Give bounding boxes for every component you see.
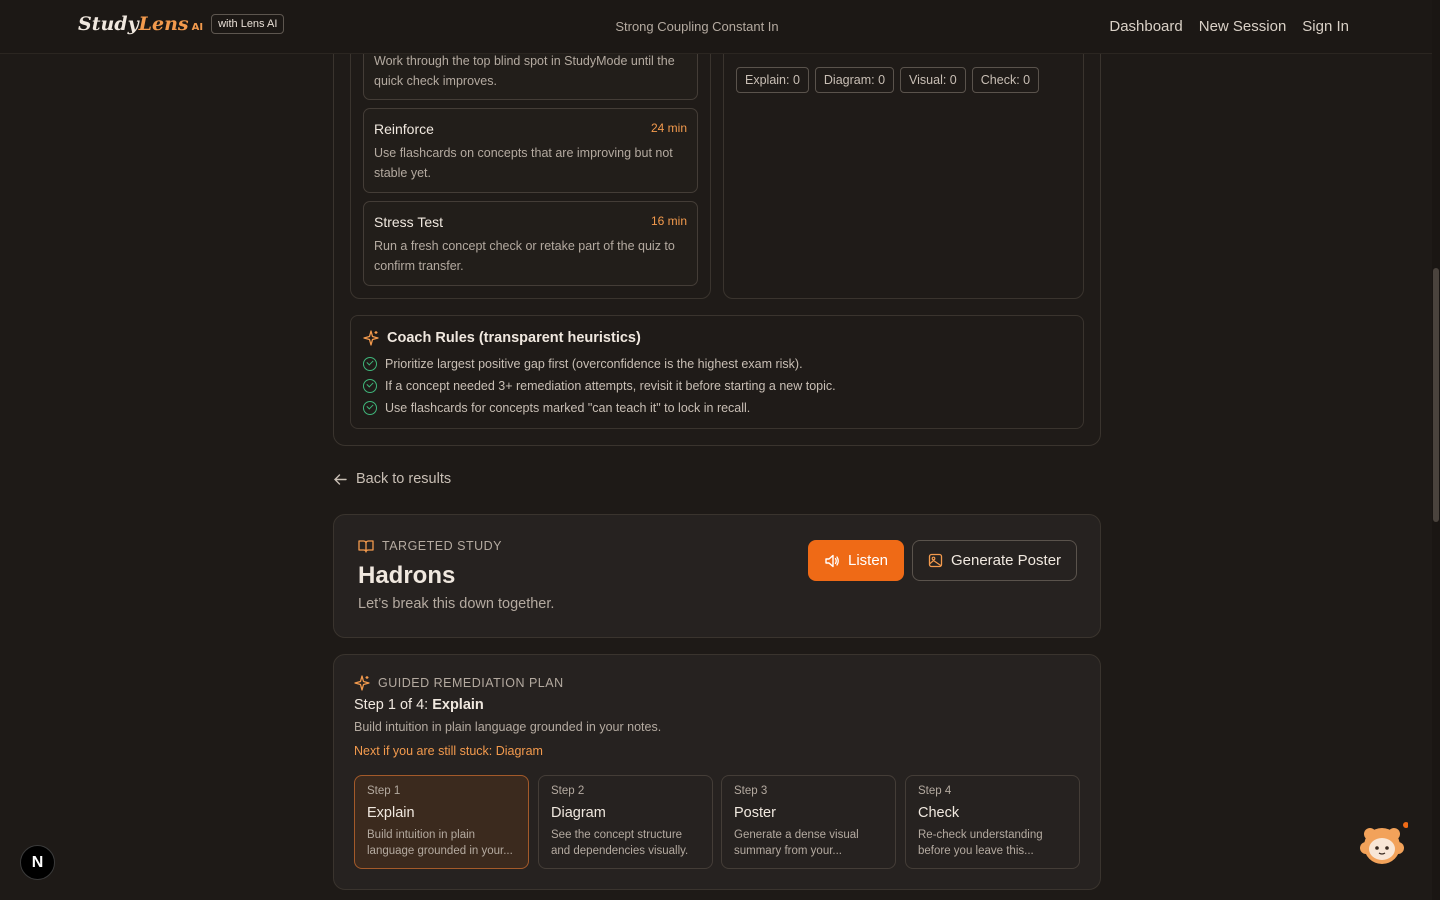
step-number: Step 3 [734,785,768,797]
plan-step-minutes: 24 min [650,121,687,135]
step-desc: See the concept structure and dependenci… [551,829,689,857]
step-name: Poster [734,805,776,821]
remediation-step-check[interactable]: Step 4 Check Re-check understanding befo… [905,775,1080,869]
plan-step-minutes: 16 min [650,214,687,228]
targeted-study-label: TARGETED STUDY [382,539,502,553]
listen-label[interactable]: Listen [848,552,888,569]
step-desc: Generate a dense visual summary from you… [734,829,859,857]
step-number: Step 1 [367,785,401,797]
sparkle-icon [363,330,379,346]
arrow-left-icon [334,473,347,485]
back-to-results-link[interactable]: Back to results [333,471,451,487]
nav-dashboard[interactable]: Dashboard [1109,18,1182,35]
book-open-icon [358,540,374,553]
nav-new-session[interactable]: New Session [1199,18,1287,35]
remediation-plan-card: GUIDED REMEDIATION PLAN Step 1 of 4: Exp… [333,654,1101,890]
current-step: Step 1 of 4: Explain [354,697,484,713]
current-step-desc: Build intuition in plain language ground… [354,720,662,734]
nav-sign-in[interactable]: Sign In [1302,18,1349,35]
step-number: Step 2 [551,785,585,797]
coach-rule: Use flashcards for concepts marked "can … [385,401,751,415]
chip-explain: Explain: 0 [736,67,809,93]
scrollbar[interactable] [1432,0,1440,900]
check-circle-icon [363,379,377,393]
plan-step-stress-test: Stress Test 16 min Run a fresh concept c… [363,201,698,286]
remediation-label: GUIDED REMEDIATION PLAN [378,676,564,690]
coach-rule: Prioritize largest positive gap first (o… [385,357,803,371]
plan-step-desc: Use flashcards on concepts that are impr… [374,146,673,180]
generate-poster-button[interactable]: Generate Poster [912,540,1077,581]
chip-check: Check: 0 [971,67,1040,93]
topic-subtitle: Let’s break this down together. [358,596,555,612]
sparkle-icon [354,675,370,691]
mode-chips: Explain: 0 Diagram: 0 Visual: 0 Check: 0 [736,67,1040,93]
mascot-assistant-icon[interactable] [1358,822,1408,868]
plan-step-desc: Work through the top blind spot in Study… [374,54,675,88]
remediation-step-diagram[interactable]: Step 2 Diagram See the concept structure… [538,775,713,869]
targeted-study-card: TARGETED STUDY Hadrons Let’s break this … [333,514,1101,638]
step-name: Explain [367,805,415,821]
dev-tools-badge[interactable]: N [20,845,55,880]
coach-rules: Coach Rules (transparent heuristics) Pri… [350,315,1084,429]
check-circle-icon [363,401,377,415]
plan-step-title: Reinforce [374,121,434,137]
top-nav: StudyLens AI with Lens AI Strong Coupling… [0,0,1432,54]
plan-step-reinforce: Reinforce 24 min Use flashcards on conce… [363,108,698,193]
remediation-step-poster[interactable]: Step 3 Poster Generate a dense visual su… [721,775,896,869]
mode-counts-panel [723,20,1084,299]
step-desc: Re-check understanding before you leave … [918,829,1043,857]
chip-diagram: Diagram: 0 [814,67,895,93]
image-icon [928,553,943,568]
topic-title: Hadrons [358,562,456,589]
check-circle-icon [363,357,377,371]
speaker-icon [825,554,839,567]
coach-rule: If a concept needed 3+ remediation attem… [385,379,836,393]
plan-step-desc: Run a fresh concept check or retake part… [374,239,675,273]
next-step-hint: Next if you are still stuck: Diagram [354,744,543,758]
scrollbar-thumb[interactable] [1433,268,1439,522]
step-name: Check [918,805,960,821]
chip-visual: Visual: 0 [900,67,966,93]
step-name: Diagram [551,805,606,821]
coach-title: Coach Rules (transparent heuristics) [387,330,641,346]
generate-poster-label[interactable]: Generate Poster [951,552,1061,569]
plan-step-title: Stress Test [374,214,443,230]
back-label[interactable]: Back to results [356,471,451,487]
remediation-step-explain[interactable]: Step 1 Explain Build intuition in plain … [354,775,529,869]
step-desc: Build intuition in plain language ground… [367,829,513,857]
step-number: Step 4 [918,785,952,797]
listen-button[interactable]: Listen [808,540,904,581]
